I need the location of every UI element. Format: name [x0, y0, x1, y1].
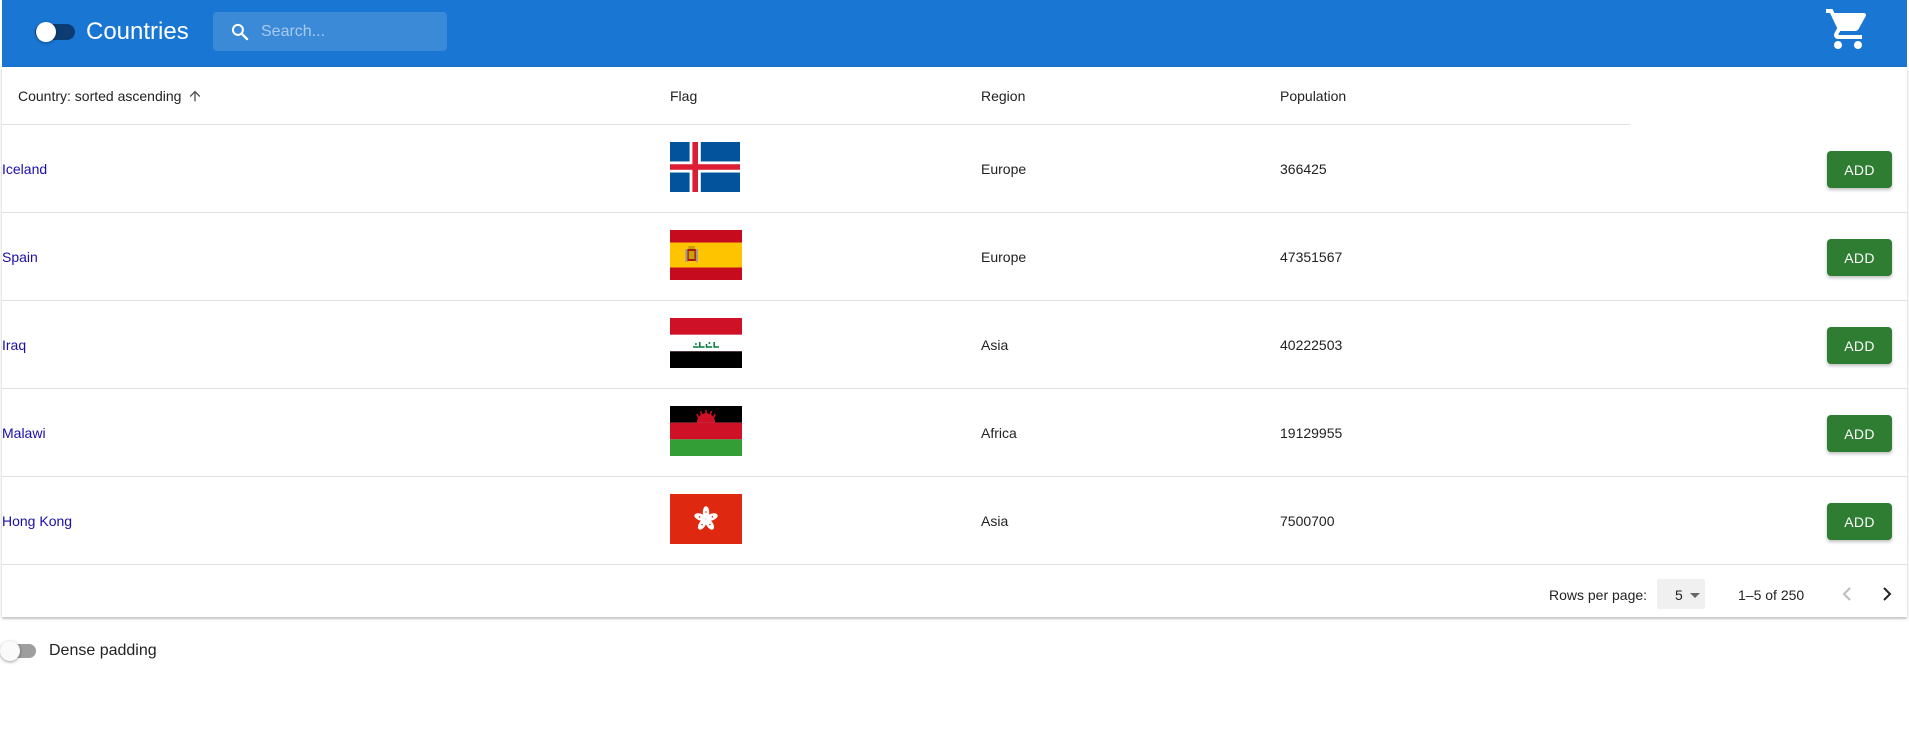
rows-per-page-select[interactable]: 5: [1657, 579, 1705, 609]
add-button[interactable]: ADD: [1827, 503, 1892, 540]
country-link[interactable]: Malawi: [2, 425, 46, 441]
theme-toggle[interactable]: [35, 21, 75, 43]
hong-kong-flag-icon: [670, 494, 742, 544]
region-cell: Asia: [981, 337, 1009, 353]
app-bar: Countries: [2, 0, 1907, 67]
country-link[interactable]: Iraq: [2, 337, 26, 353]
table-row: Malawi Africa 19129955 ADD: [2, 389, 1907, 477]
table-row: Spain Europe 47351567 ADD: [2, 213, 1907, 301]
previous-page-button[interactable]: [1835, 582, 1859, 606]
cart-icon[interactable]: [1824, 5, 1872, 53]
arrow-up-icon: [190, 90, 201, 102]
population-cell: 366425: [1280, 161, 1327, 177]
caret-down-icon: [1690, 593, 1700, 598]
table-pagination: Rows per page: 5 1–5 of 250: [2, 572, 1907, 617]
table-row: Iceland Europe 366425 ADD: [2, 125, 1907, 213]
search-box[interactable]: [213, 12, 447, 51]
iceland-flag-icon: [670, 142, 740, 192]
column-header-country[interactable]: Country: sorted ascending: [18, 88, 203, 104]
add-button[interactable]: ADD: [1827, 415, 1892, 452]
column-header-region: Region: [981, 88, 1026, 104]
spain-flag-icon: [670, 230, 742, 280]
search-input[interactable]: [261, 12, 441, 51]
search-icon: [231, 23, 249, 41]
column-header-population: Population: [1280, 88, 1347, 104]
region-cell: Europe: [981, 161, 1027, 177]
population-cell: 19129955: [1280, 425, 1343, 441]
region-cell: Europe: [981, 249, 1027, 265]
dense-padding-switch[interactable]: Dense padding: [0, 638, 200, 666]
malawi-flag-icon: [670, 406, 742, 456]
column-header-flag: Flag: [670, 88, 698, 104]
table-row: Hong Kong Asia 7500700 ADD: [2, 477, 1907, 565]
population-cell: 40222503: [1280, 337, 1343, 353]
column-header-country-label: Country: sorted ascending: [18, 88, 182, 104]
countries-table: Country: sorted ascending Flag Region Po…: [2, 67, 1907, 617]
rows-per-page-value: 5: [1675, 587, 1683, 603]
population-cell: 7500700: [1280, 513, 1335, 529]
app-title: Countries: [86, 18, 189, 45]
region-cell: Africa: [981, 425, 1017, 441]
switch-thumb: [0, 641, 20, 661]
country-link[interactable]: Iceland: [2, 161, 47, 177]
population-cell: 47351567: [1280, 249, 1343, 265]
add-button[interactable]: ADD: [1827, 151, 1892, 188]
add-button[interactable]: ADD: [1827, 327, 1892, 364]
region-cell: Asia: [981, 513, 1009, 529]
table-row: Iraq Asia 40222503 ADD: [2, 301, 1907, 389]
country-link[interactable]: Hong Kong: [2, 513, 72, 529]
rows-per-page-label: Rows per page:: [1549, 587, 1648, 603]
add-button[interactable]: ADD: [1827, 239, 1892, 276]
sort-label-country[interactable]: Country: sorted ascending: [18, 88, 203, 104]
iraq-flag-icon: [670, 318, 742, 368]
country-link[interactable]: Spain: [2, 249, 38, 265]
toggle-thumb: [36, 22, 56, 42]
pagination-range: 1–5 of 250: [1738, 587, 1805, 603]
table-header-row: Country: sorted ascending Flag Region Po…: [2, 67, 1630, 125]
dense-padding-label: Dense padding: [49, 642, 157, 659]
next-page-button[interactable]: [1875, 582, 1899, 606]
